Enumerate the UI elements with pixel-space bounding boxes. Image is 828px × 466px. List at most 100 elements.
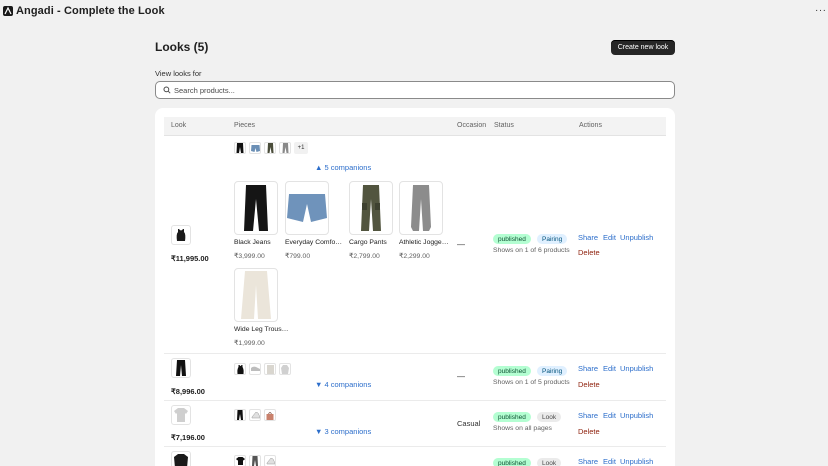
look-thumbnail[interactable] [171, 358, 191, 378]
cargo-thumb-icon [264, 142, 276, 154]
shows-on-text: Shows on all pages [493, 425, 552, 432]
table-header: Look Pieces Occasion Status Actions [164, 117, 666, 136]
card-thumb-icon [264, 363, 276, 375]
sneaker-thumb-icon [264, 455, 276, 466]
status-badge: published [493, 412, 531, 422]
edit-link[interactable]: Edit [603, 457, 616, 466]
tshirt-thumb-icon [234, 455, 246, 466]
type-badge: Pairing [537, 366, 568, 376]
header-pieces: Pieces [234, 122, 256, 129]
unpublish-link[interactable]: Unpublish [620, 411, 653, 420]
look-price: ₹11,995.00 [171, 254, 209, 263]
delete-link[interactable]: Delete [578, 248, 600, 257]
row-divider [164, 353, 666, 354]
edit-link[interactable]: Edit [603, 364, 616, 373]
page-title: Looks (5) [155, 40, 209, 54]
denim-shorts-image [287, 194, 327, 222]
jeans-thumb-icon [234, 409, 246, 421]
more-options-icon[interactable]: ··· [815, 6, 827, 16]
title-bar: Angadi - Complete the Look ··· [0, 0, 828, 24]
product-card[interactable]: Everyday Comfo… ₹799.00 [285, 181, 342, 260]
product-name: Black Jeans [234, 239, 271, 246]
search-input[interactable] [174, 85, 654, 95]
create-new-look-button[interactable]: Create new look [611, 40, 675, 55]
product-image [285, 181, 329, 235]
wide-leg-trousers-image [241, 271, 271, 319]
product-name: Cargo Pants [349, 239, 387, 246]
unpublish-link[interactable]: Unpublish [620, 457, 653, 466]
pants-thumb-icon [249, 455, 261, 466]
shows-on-text: Shows on 1 of 5 products [493, 379, 570, 386]
product-price: ₹799.00 [285, 253, 311, 260]
product-card[interactable]: Wide Leg Trous… ₹1,999.00 [234, 268, 289, 347]
status-badge: published [493, 458, 531, 466]
unpublish-link[interactable]: Unpublish [620, 233, 653, 242]
hoodie-thumb-icon [279, 363, 291, 375]
view-looks-label: View looks for [155, 69, 202, 78]
product-image [349, 181, 393, 235]
search-field[interactable] [155, 81, 675, 99]
look-price: ₹8,996.00 [171, 387, 205, 396]
share-link[interactable]: Share [578, 233, 598, 242]
piece-thumbnails [234, 409, 276, 421]
product-price: ₹1,999.00 [234, 340, 265, 347]
row-divider [164, 400, 666, 401]
more-pieces-badge[interactable]: +1 [294, 142, 308, 154]
bag-thumb-icon [264, 409, 276, 421]
type-badge: Look [537, 412, 562, 422]
search-icon [163, 86, 171, 94]
product-card[interactable]: Cargo Pants ₹2,799.00 [349, 181, 399, 260]
header-actions: Actions [579, 122, 602, 129]
share-link[interactable]: Share [578, 364, 598, 373]
app-title: Angadi - Complete the Look [16, 5, 165, 17]
product-image [399, 181, 443, 235]
companions-toggle[interactable]: ▼ 4 companions [315, 380, 371, 389]
jeans-thumb-icon [234, 142, 246, 154]
type-badge: Look [537, 458, 562, 466]
delete-link[interactable]: Delete [578, 380, 600, 389]
look-thumbnail[interactable] [171, 405, 191, 425]
delete-link[interactable]: Delete [578, 427, 600, 436]
occasion-value: — [457, 240, 465, 249]
companions-toggle[interactable]: ▼ 3 companions [315, 427, 371, 436]
header-status: Status [494, 122, 514, 129]
jogger-thumb-icon [279, 142, 291, 154]
header-occasion: Occasion [457, 122, 487, 129]
edit-link[interactable]: Edit [603, 411, 616, 420]
unpublish-link[interactable]: Unpublish [620, 364, 653, 373]
share-link[interactable]: Share [578, 457, 598, 466]
type-badge: Pairing [537, 234, 568, 244]
product-image [234, 181, 278, 235]
shows-on-text: Shows on 1 of 6 products [493, 247, 570, 254]
jacket-icon [174, 454, 188, 466]
occasion-value: Casual [457, 419, 481, 428]
product-image [234, 268, 278, 322]
shorts-thumb-icon [249, 142, 261, 154]
header-look: Look [171, 122, 187, 129]
product-card[interactable]: Black Jeans ₹3,999.00 [234, 181, 284, 260]
product-price: ₹2,299.00 [399, 253, 430, 260]
jeans-icon [176, 360, 186, 376]
product-price: ₹2,799.00 [349, 253, 380, 260]
tank-top-icon [176, 229, 186, 241]
piece-thumbnails [234, 363, 291, 375]
tank-thumb-icon [234, 363, 246, 375]
row-divider [164, 446, 666, 447]
cargo-pants-image [361, 185, 381, 231]
share-link[interactable]: Share [578, 411, 598, 420]
app-logo-icon [3, 6, 13, 16]
product-price: ₹3,999.00 [234, 253, 265, 260]
piece-thumbnails [234, 455, 276, 466]
black-jeans-image [244, 185, 268, 231]
shoe-thumb-icon [249, 363, 261, 375]
look-thumbnail[interactable] [171, 225, 191, 245]
product-card[interactable]: Athletic Jogge… ₹2,299.00 [399, 181, 449, 260]
shirt-icon [174, 408, 188, 422]
occasion-value: — [457, 372, 465, 381]
product-name: Wide Leg Trous… [234, 326, 289, 333]
companions-toggle[interactable]: ▲ 5 companions [315, 163, 371, 172]
look-price: ₹7,196.00 [171, 433, 205, 442]
edit-link[interactable]: Edit [603, 233, 616, 242]
looks-table-card: Look Pieces Occasion Status Actions ₹11,… [155, 108, 675, 466]
look-thumbnail[interactable] [171, 451, 191, 466]
